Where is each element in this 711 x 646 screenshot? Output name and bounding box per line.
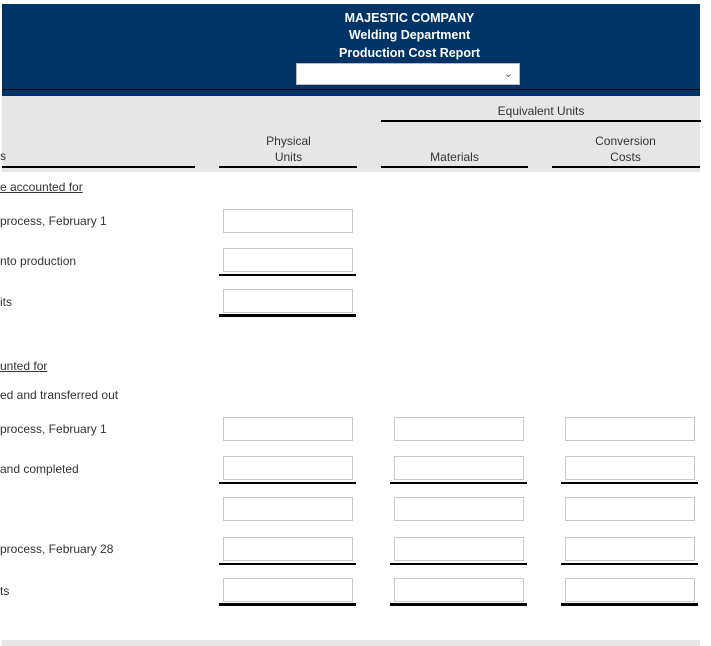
materials-transferred-total-input[interactable] <box>394 497 524 521</box>
header-divider <box>2 89 700 90</box>
row-label-total-units: its <box>0 295 12 309</box>
materials-wip-feb28-input[interactable] <box>394 537 524 561</box>
row-label-started-completed: and completed <box>0 462 79 476</box>
report-title: Production Cost Report <box>339 46 480 60</box>
conversion-wip-feb28-input[interactable] <box>565 537 695 561</box>
footer-band <box>2 640 700 646</box>
conversion-acc-wip-feb1-input[interactable] <box>565 417 695 441</box>
physical-acc-wip-feb1-input[interactable] <box>223 417 353 441</box>
label-column-underline <box>2 166 195 168</box>
physical-units-header: Physical Units <box>220 133 357 165</box>
materials-underline <box>381 166 528 168</box>
materials-started-completed-input[interactable] <box>394 456 524 480</box>
materials-total-double-underline <box>390 603 527 606</box>
physical-subtotal-underline <box>219 482 356 484</box>
materials-header: Materials <box>430 150 479 164</box>
materials-wip-underline <box>390 563 527 565</box>
row-label-acc-wip-feb1: process, February 1 <box>0 422 107 436</box>
physical-units-header-line1: Physical <box>266 134 311 148</box>
chevron-down-icon: ⌄ <box>503 68 513 80</box>
conversion-started-completed-input[interactable] <box>565 456 695 480</box>
conversion-costs-header: Conversion Costs <box>552 133 699 165</box>
physical-started-input[interactable] <box>223 248 353 272</box>
materials-subtotal-underline <box>390 482 527 484</box>
physical-wip-feb28-input[interactable] <box>223 537 353 561</box>
conversion-transferred-total-input[interactable] <box>565 497 695 521</box>
physical-units-underline <box>219 166 357 168</box>
equivalent-units-header: Equivalent Units <box>497 104 585 118</box>
company-name: MAJESTIC COMPANY <box>344 11 475 25</box>
row-label-total-accounted: ts <box>0 584 10 598</box>
accounted-for-heading: unted for <box>0 359 48 373</box>
conversion-subtotal-underline <box>561 482 698 484</box>
materials-total-accounted-input[interactable] <box>394 578 524 602</box>
physical-wip-feb1-input[interactable] <box>223 209 353 233</box>
subtotal-underline <box>219 274 356 276</box>
completed-transferred-subheading: ed and transferred out <box>0 388 119 402</box>
conversion-header-line1: Conversion <box>595 134 656 148</box>
department-name: Welding Department <box>348 28 471 42</box>
conversion-costs-underline <box>552 166 700 168</box>
physical-wip-underline <box>219 563 356 565</box>
to-be-accounted-heading: e accounted for <box>0 180 83 194</box>
row-label-wip-feb1: process, February 1 <box>0 214 107 228</box>
physical-units-header-line2: Units <box>274 150 303 164</box>
period-select[interactable]: ⌄ <box>296 63 520 85</box>
materials-acc-wip-feb1-input[interactable] <box>394 417 524 441</box>
physical-transferred-total-input[interactable] <box>223 497 353 521</box>
conversion-header-line2: Costs <box>610 150 641 164</box>
physical-started-completed-input[interactable] <box>223 456 353 480</box>
row-label-started: nto production <box>0 254 77 268</box>
equivalent-units-underline <box>381 120 701 122</box>
row-label-wip-feb28: process, February 28 <box>0 542 114 556</box>
label-column-header: s <box>0 149 6 163</box>
conversion-total-accounted-input[interactable] <box>565 578 695 602</box>
conversion-total-double-underline <box>561 603 698 606</box>
conversion-wip-underline <box>561 563 698 565</box>
physical-total-accounted-input[interactable] <box>223 578 353 602</box>
physical-total-units-input[interactable] <box>223 289 353 313</box>
total-double-underline <box>219 314 356 317</box>
physical-total-double-underline <box>219 603 356 606</box>
